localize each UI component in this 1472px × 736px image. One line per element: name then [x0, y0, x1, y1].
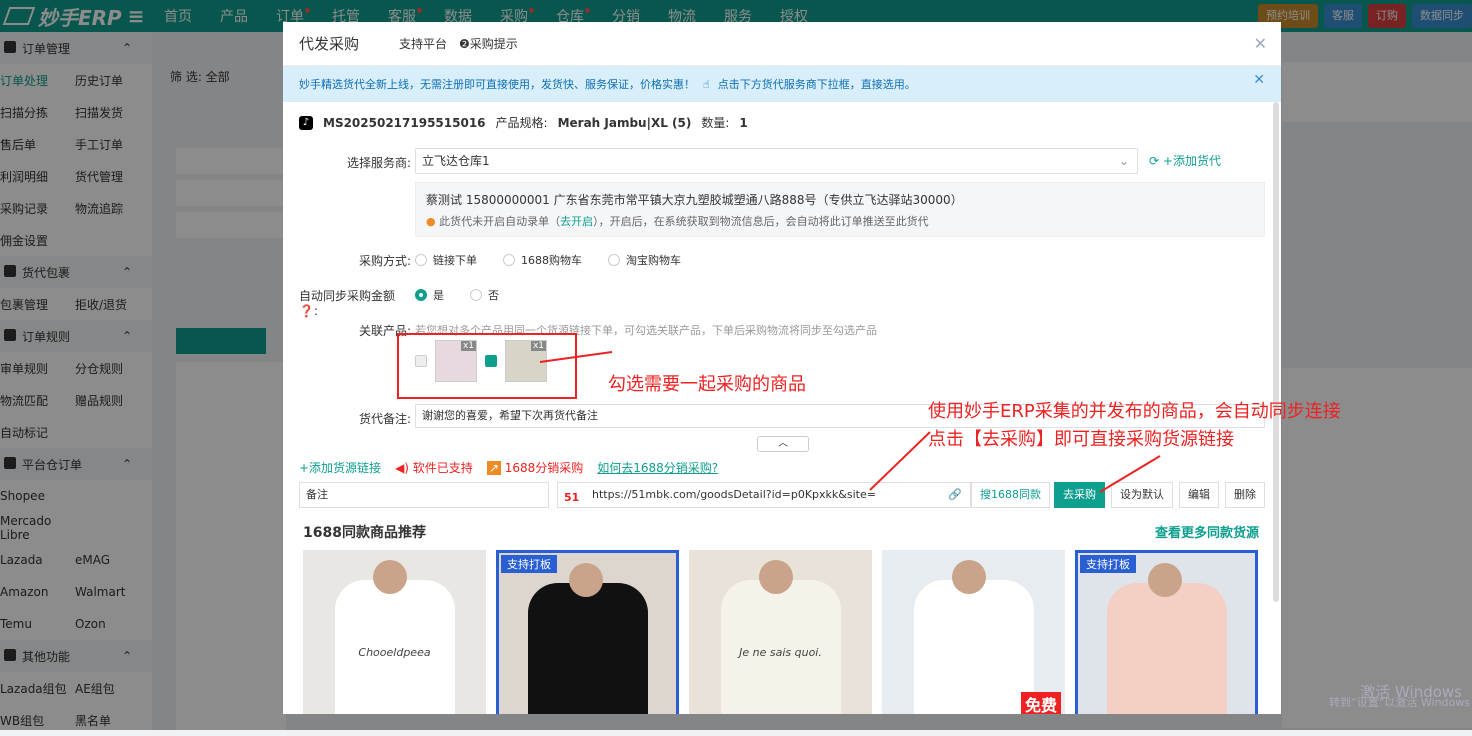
pointer-icon: ☝	[703, 78, 710, 91]
sync-label: 自动同步采购金额❓:	[299, 287, 411, 318]
method-label: 采购方式:	[323, 252, 411, 269]
model-head	[759, 560, 793, 594]
sync-yes-radio[interactable]: 是	[415, 287, 444, 303]
model-head	[373, 560, 407, 594]
how-link[interactable]: 如何去1688分销采购?	[597, 459, 718, 476]
remark-label: 货代备注:	[323, 410, 411, 427]
link-icon: 🔗	[948, 483, 962, 507]
spec-label: 产品规格:	[496, 114, 548, 131]
order-number: MS20250217195515016	[323, 116, 486, 130]
tiktok-icon: ♪	[299, 116, 313, 130]
shirt-print: Chooeldpeea	[303, 646, 486, 659]
shirt-print: Je ne sais quoi.	[689, 646, 872, 659]
scrollbar[interactable]	[1273, 102, 1279, 602]
close-icon[interactable]: ✕	[1254, 34, 1267, 53]
notice-close-icon[interactable]: ✕	[1253, 72, 1265, 88]
support-platform-link[interactable]: 支持平台	[399, 35, 447, 52]
recommend-title: 1688同款商品推荐	[303, 522, 426, 542]
set-default-button[interactable]: 设为默认	[1111, 482, 1173, 508]
add-forwarder-button[interactable]: ⟳ +添加货代	[1149, 148, 1221, 174]
address-box: 蔡测试 15800000001 广东省东莞市常平镇大京九塑胶城塑通八路888号（…	[415, 182, 1265, 237]
product-card[interactable]: Je ne sais quoi.	[689, 550, 872, 714]
product-card[interactable]: Chooeldpeea	[303, 550, 486, 714]
more-sources-link[interactable]: 查看更多同款货源	[1155, 522, 1259, 541]
notice-link[interactable]: 点击下方货代服务商下拉框，直接选用。	[718, 76, 916, 92]
product-image	[528, 583, 648, 714]
refresh-icon: ⟳	[1149, 154, 1159, 168]
method-link-radio[interactable]: 链接下单	[415, 252, 477, 268]
order-line: ♪ MS20250217195515016 产品规格: Merah Jambu|…	[299, 114, 748, 131]
annotation-go-purchase: 点击【去采购】即可直接采购货源链接	[928, 425, 1234, 451]
help-icon: ❓	[299, 304, 314, 318]
product-image	[914, 580, 1034, 714]
sync-radios: 是 否	[415, 287, 499, 303]
product-tag: 支持打板	[501, 555, 557, 573]
source-site-icon: 51	[564, 486, 579, 510]
sync-no-radio[interactable]: 否	[470, 287, 499, 303]
model-head	[569, 563, 603, 597]
method-1688cart-radio[interactable]: 1688购物车	[503, 252, 582, 268]
highlight-box	[397, 333, 577, 399]
delete-button[interactable]: 删除	[1225, 482, 1265, 508]
notice-text: 妙手精选货代全新上线，无需注册即可直接使用，发货快、服务保证，价格实惠！	[299, 76, 695, 92]
product-card[interactable]: 支持打板	[496, 550, 679, 714]
method-taobao-radio[interactable]: 淘宝购物车	[608, 252, 681, 268]
annotation-select-products: 勾选需要一起采购的商品	[608, 370, 806, 396]
chevron-down-icon: ⌄	[1119, 149, 1129, 173]
software-support: ◀) 软件已支持	[395, 459, 473, 476]
add-source-link[interactable]: +添加货源链接	[299, 459, 381, 476]
windows-watermark-sub: 转到“设置”以激活 Windows	[1329, 694, 1470, 710]
enable-link[interactable]: 去开启	[560, 215, 593, 228]
provider-select[interactable]: 立飞达仓库1⌄	[415, 148, 1138, 174]
edit-button[interactable]: 编辑	[1179, 482, 1219, 508]
provider-label: 选择服务商:	[323, 154, 411, 171]
address-text: 蔡测试 15800000001 广东省东莞市常平镇大京九塑胶城塑通八路888号（…	[426, 191, 1254, 208]
product-grid: Chooeldpeea 支持打板 Je ne sais quoi. 免费 支持打板	[303, 550, 1258, 714]
product-card[interactable]: 支持打板	[1075, 550, 1258, 714]
qty-label: 数量:	[701, 114, 729, 131]
source-line: +添加货源链接 ◀) 软件已支持 ↗ 1688分销采购 如何去1688分销采购?	[299, 459, 718, 476]
note-input[interactable]: 备注	[299, 482, 549, 508]
source-url-input[interactable]: 51https://51mbk.com/goodsDetail?id=p0Kpx…	[557, 482, 971, 508]
free-badge: 免费	[1021, 692, 1061, 714]
fx-1688: ↗ 1688分销采购	[487, 459, 583, 476]
spec-value: Merah Jambu|XL (5)	[558, 116, 692, 130]
go-purchase-button[interactable]: 去采购	[1054, 482, 1105, 508]
product-tag: 支持打板	[1080, 555, 1136, 573]
dialog-title: 代发采购	[299, 33, 359, 54]
product-card[interactable]: 免费	[882, 550, 1065, 714]
search-1688-button[interactable]: 搜1688同款	[971, 482, 1050, 508]
model-head	[1148, 563, 1182, 597]
qty-value: 1	[739, 116, 747, 130]
annotation-auto-sync: 使用妙手ERP采集的并发布的商品，会自动同步连接	[928, 397, 1341, 423]
collapse-toggle[interactable]: ︿	[757, 436, 809, 452]
auto-record-warning: ● 此货代未开启自动录单（去开启），开启后，在系统获取到物流信息后，会自动将此订…	[426, 213, 1254, 229]
model-head	[952, 560, 986, 594]
dialog-header: 代发采购 支持平台 ❷采购提示	[283, 22, 1281, 66]
product-image	[1107, 583, 1227, 714]
method-radios: 链接下单 1688购物车 淘宝购物车	[415, 252, 681, 268]
notice-bar: 妙手精选货代全新上线，无需注册即可直接使用，发货快、服务保证，价格实惠！ ☝ 点…	[283, 66, 1281, 102]
warning-icon: ●	[426, 215, 436, 228]
purchase-tip-link[interactable]: ❷采购提示	[459, 35, 518, 52]
